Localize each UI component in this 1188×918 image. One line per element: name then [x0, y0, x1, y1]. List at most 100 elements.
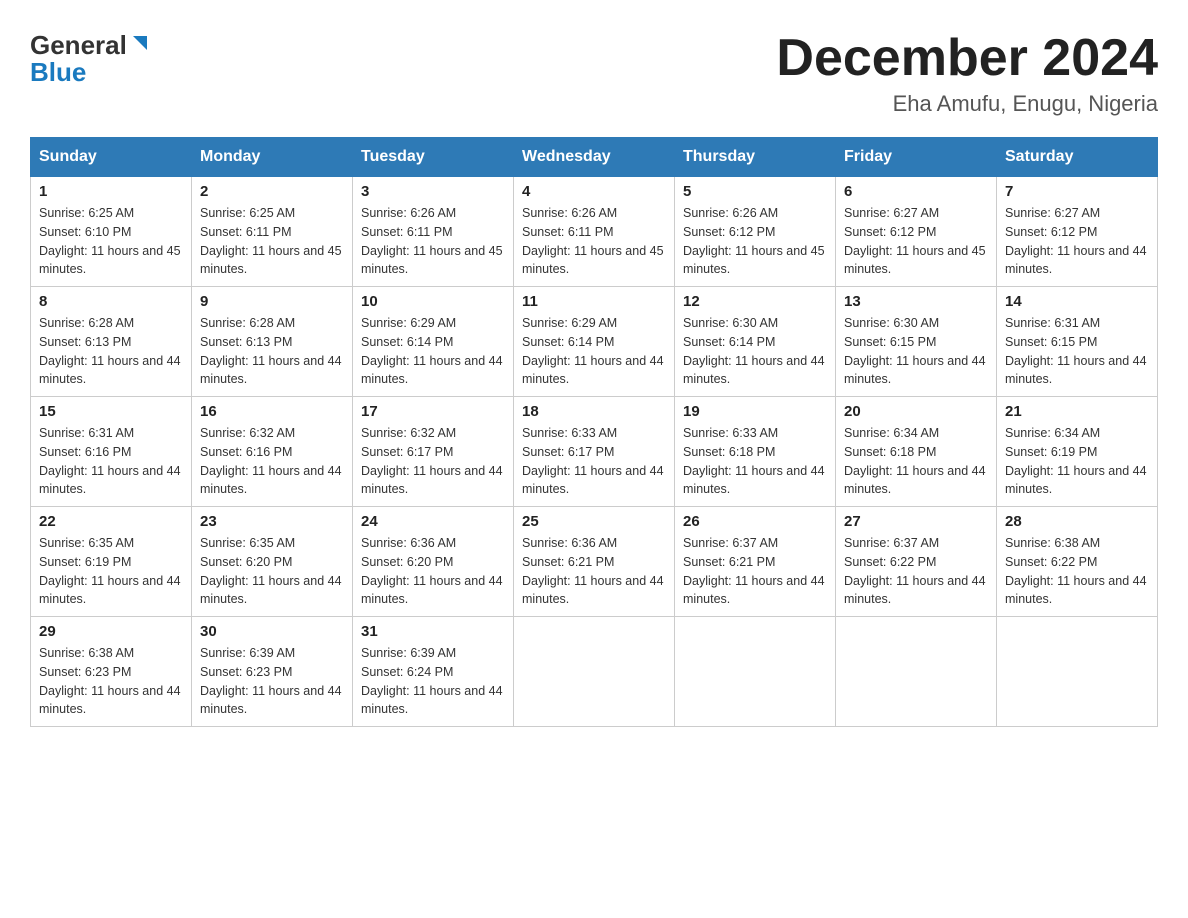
day-number: 23	[200, 513, 344, 530]
calendar-cell: 2 Sunrise: 6:25 AMSunset: 6:11 PMDayligh…	[192, 177, 353, 287]
day-number: 30	[200, 623, 344, 640]
calendar-table: SundayMondayTuesdayWednesdayThursdayFrid…	[30, 137, 1158, 727]
day-number: 17	[361, 403, 505, 420]
day-number: 13	[844, 293, 988, 310]
day-number: 10	[361, 293, 505, 310]
day-number: 2	[200, 183, 344, 200]
column-header-monday: Monday	[192, 138, 353, 177]
day-info: Sunrise: 6:36 AMSunset: 6:21 PMDaylight:…	[522, 534, 666, 609]
calendar-cell: 9 Sunrise: 6:28 AMSunset: 6:13 PMDayligh…	[192, 287, 353, 397]
day-info: Sunrise: 6:32 AMSunset: 6:16 PMDaylight:…	[200, 424, 344, 499]
calendar-week-row: 29 Sunrise: 6:38 AMSunset: 6:23 PMDaylig…	[31, 617, 1158, 727]
day-info: Sunrise: 6:29 AMSunset: 6:14 PMDaylight:…	[361, 314, 505, 389]
day-number: 20	[844, 403, 988, 420]
day-info: Sunrise: 6:26 AMSunset: 6:12 PMDaylight:…	[683, 204, 827, 279]
day-number: 5	[683, 183, 827, 200]
calendar-cell: 13 Sunrise: 6:30 AMSunset: 6:15 PMDaylig…	[836, 287, 997, 397]
column-header-saturday: Saturday	[997, 138, 1158, 177]
logo: General Blue	[30, 30, 151, 88]
calendar-cell	[675, 617, 836, 727]
day-info: Sunrise: 6:31 AMSunset: 6:16 PMDaylight:…	[39, 424, 183, 499]
day-number: 25	[522, 513, 666, 530]
column-header-sunday: Sunday	[31, 138, 192, 177]
calendar-cell: 12 Sunrise: 6:30 AMSunset: 6:14 PMDaylig…	[675, 287, 836, 397]
calendar-cell: 19 Sunrise: 6:33 AMSunset: 6:18 PMDaylig…	[675, 397, 836, 507]
day-info: Sunrise: 6:35 AMSunset: 6:19 PMDaylight:…	[39, 534, 183, 609]
calendar-cell: 16 Sunrise: 6:32 AMSunset: 6:16 PMDaylig…	[192, 397, 353, 507]
day-info: Sunrise: 6:28 AMSunset: 6:13 PMDaylight:…	[200, 314, 344, 389]
day-number: 27	[844, 513, 988, 530]
calendar-cell: 21 Sunrise: 6:34 AMSunset: 6:19 PMDaylig…	[997, 397, 1158, 507]
day-info: Sunrise: 6:30 AMSunset: 6:14 PMDaylight:…	[683, 314, 827, 389]
day-number: 16	[200, 403, 344, 420]
day-number: 22	[39, 513, 183, 530]
day-number: 28	[1005, 513, 1149, 530]
day-number: 6	[844, 183, 988, 200]
day-info: Sunrise: 6:25 AMSunset: 6:10 PMDaylight:…	[39, 204, 183, 279]
day-info: Sunrise: 6:31 AMSunset: 6:15 PMDaylight:…	[1005, 314, 1149, 389]
page-title: December 2024	[776, 30, 1158, 87]
day-info: Sunrise: 6:34 AMSunset: 6:18 PMDaylight:…	[844, 424, 988, 499]
calendar-cell: 10 Sunrise: 6:29 AMSunset: 6:14 PMDaylig…	[353, 287, 514, 397]
calendar-cell: 25 Sunrise: 6:36 AMSunset: 6:21 PMDaylig…	[514, 507, 675, 617]
day-number: 11	[522, 293, 666, 310]
day-number: 24	[361, 513, 505, 530]
day-info: Sunrise: 6:39 AMSunset: 6:24 PMDaylight:…	[361, 644, 505, 719]
day-number: 9	[200, 293, 344, 310]
calendar-week-row: 15 Sunrise: 6:31 AMSunset: 6:16 PMDaylig…	[31, 397, 1158, 507]
day-info: Sunrise: 6:33 AMSunset: 6:18 PMDaylight:…	[683, 424, 827, 499]
calendar-cell: 27 Sunrise: 6:37 AMSunset: 6:22 PMDaylig…	[836, 507, 997, 617]
day-info: Sunrise: 6:26 AMSunset: 6:11 PMDaylight:…	[361, 204, 505, 279]
day-info: Sunrise: 6:39 AMSunset: 6:23 PMDaylight:…	[200, 644, 344, 719]
calendar-cell: 5 Sunrise: 6:26 AMSunset: 6:12 PMDayligh…	[675, 177, 836, 287]
calendar-cell: 30 Sunrise: 6:39 AMSunset: 6:23 PMDaylig…	[192, 617, 353, 727]
calendar-cell: 28 Sunrise: 6:38 AMSunset: 6:22 PMDaylig…	[997, 507, 1158, 617]
day-info: Sunrise: 6:38 AMSunset: 6:23 PMDaylight:…	[39, 644, 183, 719]
calendar-cell: 6 Sunrise: 6:27 AMSunset: 6:12 PMDayligh…	[836, 177, 997, 287]
day-number: 8	[39, 293, 183, 310]
calendar-week-row: 8 Sunrise: 6:28 AMSunset: 6:13 PMDayligh…	[31, 287, 1158, 397]
column-header-thursday: Thursday	[675, 138, 836, 177]
day-info: Sunrise: 6:29 AMSunset: 6:14 PMDaylight:…	[522, 314, 666, 389]
day-info: Sunrise: 6:33 AMSunset: 6:17 PMDaylight:…	[522, 424, 666, 499]
day-number: 19	[683, 403, 827, 420]
calendar-header-row: SundayMondayTuesdayWednesdayThursdayFrid…	[31, 138, 1158, 177]
day-info: Sunrise: 6:26 AMSunset: 6:11 PMDaylight:…	[522, 204, 666, 279]
calendar-cell: 18 Sunrise: 6:33 AMSunset: 6:17 PMDaylig…	[514, 397, 675, 507]
day-info: Sunrise: 6:38 AMSunset: 6:22 PMDaylight:…	[1005, 534, 1149, 609]
day-number: 18	[522, 403, 666, 420]
calendar-cell	[836, 617, 997, 727]
day-number: 21	[1005, 403, 1149, 420]
calendar-cell: 14 Sunrise: 6:31 AMSunset: 6:15 PMDaylig…	[997, 287, 1158, 397]
calendar-cell	[514, 617, 675, 727]
day-info: Sunrise: 6:35 AMSunset: 6:20 PMDaylight:…	[200, 534, 344, 609]
calendar-cell: 23 Sunrise: 6:35 AMSunset: 6:20 PMDaylig…	[192, 507, 353, 617]
day-number: 26	[683, 513, 827, 530]
day-number: 15	[39, 403, 183, 420]
calendar-cell: 22 Sunrise: 6:35 AMSunset: 6:19 PMDaylig…	[31, 507, 192, 617]
column-header-tuesday: Tuesday	[353, 138, 514, 177]
day-info: Sunrise: 6:37 AMSunset: 6:22 PMDaylight:…	[844, 534, 988, 609]
logo-blue-text: Blue	[30, 57, 86, 88]
day-info: Sunrise: 6:37 AMSunset: 6:21 PMDaylight:…	[683, 534, 827, 609]
day-number: 31	[361, 623, 505, 640]
day-number: 14	[1005, 293, 1149, 310]
day-info: Sunrise: 6:27 AMSunset: 6:12 PMDaylight:…	[844, 204, 988, 279]
day-info: Sunrise: 6:28 AMSunset: 6:13 PMDaylight:…	[39, 314, 183, 389]
calendar-cell: 7 Sunrise: 6:27 AMSunset: 6:12 PMDayligh…	[997, 177, 1158, 287]
calendar-cell	[997, 617, 1158, 727]
title-block: December 2024 Eha Amufu, Enugu, Nigeria	[776, 30, 1158, 117]
calendar-cell: 11 Sunrise: 6:29 AMSunset: 6:14 PMDaylig…	[514, 287, 675, 397]
calendar-cell: 26 Sunrise: 6:37 AMSunset: 6:21 PMDaylig…	[675, 507, 836, 617]
calendar-cell: 29 Sunrise: 6:38 AMSunset: 6:23 PMDaylig…	[31, 617, 192, 727]
day-info: Sunrise: 6:27 AMSunset: 6:12 PMDaylight:…	[1005, 204, 1149, 279]
day-info: Sunrise: 6:34 AMSunset: 6:19 PMDaylight:…	[1005, 424, 1149, 499]
day-number: 12	[683, 293, 827, 310]
calendar-cell: 24 Sunrise: 6:36 AMSunset: 6:20 PMDaylig…	[353, 507, 514, 617]
calendar-cell: 17 Sunrise: 6:32 AMSunset: 6:17 PMDaylig…	[353, 397, 514, 507]
column-header-wednesday: Wednesday	[514, 138, 675, 177]
calendar-week-row: 22 Sunrise: 6:35 AMSunset: 6:19 PMDaylig…	[31, 507, 1158, 617]
day-number: 7	[1005, 183, 1149, 200]
day-number: 4	[522, 183, 666, 200]
day-info: Sunrise: 6:36 AMSunset: 6:20 PMDaylight:…	[361, 534, 505, 609]
